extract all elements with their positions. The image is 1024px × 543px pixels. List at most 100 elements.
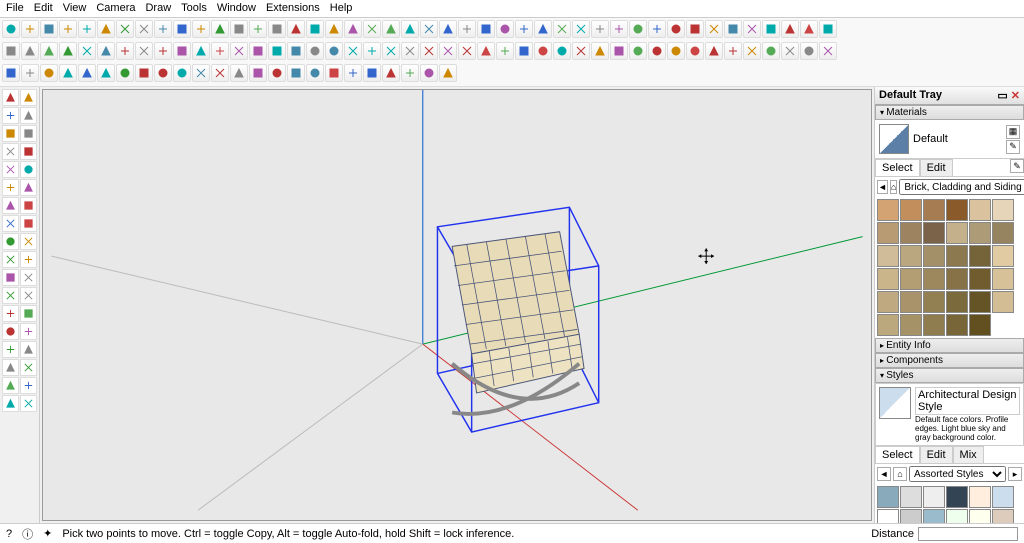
tool-button[interactable] (20, 143, 37, 160)
material-swatch[interactable] (877, 314, 899, 336)
toolbar-button[interactable] (819, 20, 837, 38)
material-swatch[interactable] (969, 314, 991, 336)
toolbar-button[interactable] (154, 42, 172, 60)
toolbar-button[interactable] (686, 42, 704, 60)
toolbar-button[interactable] (344, 64, 362, 82)
toolbar-button[interactable] (97, 20, 115, 38)
toolbar-button[interactable] (192, 42, 210, 60)
toolbar-button[interactable] (762, 42, 780, 60)
material-swatch[interactable] (969, 245, 991, 267)
toolbar-button[interactable] (97, 64, 115, 82)
material-swatch[interactable] (877, 268, 899, 290)
entity-info-panel-header[interactable]: Entity Info (875, 338, 1024, 353)
material-swatch[interactable] (923, 222, 945, 244)
toolbar-button[interactable] (534, 20, 552, 38)
tool-button[interactable] (2, 341, 19, 358)
tool-button[interactable] (20, 269, 37, 286)
toolbar-button[interactable] (154, 64, 172, 82)
toolbar-button[interactable] (515, 20, 533, 38)
material-swatch[interactable] (946, 314, 968, 336)
help-icon[interactable]: ? (6, 528, 12, 540)
toolbar-button[interactable] (192, 20, 210, 38)
material-swatch[interactable] (877, 245, 899, 267)
tool-button[interactable] (2, 305, 19, 322)
tool-button[interactable] (2, 215, 19, 232)
toolbar-button[interactable] (249, 20, 267, 38)
toolbar-button[interactable] (287, 20, 305, 38)
toolbar-button[interactable] (40, 64, 58, 82)
toolbar-button[interactable] (268, 64, 286, 82)
material-swatch[interactable] (900, 291, 922, 313)
current-material-swatch[interactable] (879, 124, 909, 154)
tool-button[interactable] (20, 287, 37, 304)
material-swatch[interactable] (900, 314, 922, 336)
toolbar-button[interactable] (78, 64, 96, 82)
material-swatch[interactable] (877, 199, 899, 221)
tool-button[interactable] (2, 269, 19, 286)
tool-button[interactable] (2, 287, 19, 304)
toolbar-button[interactable] (572, 42, 590, 60)
toolbar-button[interactable] (21, 20, 39, 38)
style-swatch[interactable] (900, 509, 922, 523)
tool-button[interactable] (20, 233, 37, 250)
toolbar-button[interactable] (629, 20, 647, 38)
material-swatch[interactable] (969, 222, 991, 244)
material-swatch[interactable] (877, 291, 899, 313)
toolbar-button[interactable] (325, 20, 343, 38)
toolbar-button[interactable] (211, 20, 229, 38)
menu-edit[interactable]: Edit (34, 2, 53, 15)
toolbar-button[interactable] (230, 42, 248, 60)
material-swatch[interactable] (969, 291, 991, 313)
toolbar-button[interactable] (344, 20, 362, 38)
menu-window[interactable]: Window (217, 2, 256, 15)
toolbar-button[interactable] (743, 42, 761, 60)
pin-icon[interactable]: ▭ (997, 90, 1007, 102)
tool-button[interactable] (20, 107, 37, 124)
style-swatch[interactable] (877, 486, 899, 508)
material-swatch[interactable] (923, 245, 945, 267)
menu-file[interactable]: File (6, 2, 24, 15)
toolbar-button[interactable] (591, 42, 609, 60)
tool-button[interactable] (2, 179, 19, 196)
toolbar-button[interactable] (2, 20, 20, 38)
toolbar-button[interactable] (59, 20, 77, 38)
styles-tab-select[interactable]: Select (875, 446, 920, 463)
style-swatch[interactable] (946, 509, 968, 523)
toolbar-button[interactable] (306, 64, 324, 82)
style-swatch[interactable] (946, 486, 968, 508)
tool-button[interactable] (2, 377, 19, 394)
toolbar-button[interactable] (382, 42, 400, 60)
toolbar-button[interactable] (249, 64, 267, 82)
toolbar-button[interactable] (382, 20, 400, 38)
toolbar-button[interactable] (686, 20, 704, 38)
tool-button[interactable] (2, 323, 19, 340)
tool-button[interactable] (20, 197, 37, 214)
tool-button[interactable] (2, 233, 19, 250)
toolbar-button[interactable] (420, 20, 438, 38)
material-swatch[interactable] (992, 268, 1014, 290)
eyedropper-icon[interactable]: ✎ (1010, 159, 1024, 173)
geo-icon[interactable]: ✦ (43, 527, 52, 540)
style-swatch[interactable] (877, 509, 899, 523)
toolbar-button[interactable] (173, 64, 191, 82)
toolbar-button[interactable] (135, 42, 153, 60)
toolbar-button[interactable] (230, 20, 248, 38)
toolbar-button[interactable] (458, 20, 476, 38)
material-swatch[interactable] (992, 245, 1014, 267)
toolbar-button[interactable] (363, 42, 381, 60)
tool-button[interactable] (2, 359, 19, 376)
toolbar-button[interactable] (211, 42, 229, 60)
tool-button[interactable] (20, 179, 37, 196)
material-swatch[interactable] (900, 268, 922, 290)
toolbar-button[interactable] (724, 20, 742, 38)
tool-button[interactable] (2, 143, 19, 160)
toolbar-button[interactable] (306, 20, 324, 38)
toolbar-button[interactable] (2, 64, 20, 82)
tool-button[interactable] (20, 125, 37, 142)
toolbar-button[interactable] (116, 42, 134, 60)
toolbar-button[interactable] (382, 64, 400, 82)
toolbar-button[interactable] (78, 42, 96, 60)
toolbar-button[interactable] (97, 42, 115, 60)
toolbar-button[interactable] (154, 20, 172, 38)
toolbar-button[interactable] (515, 42, 533, 60)
